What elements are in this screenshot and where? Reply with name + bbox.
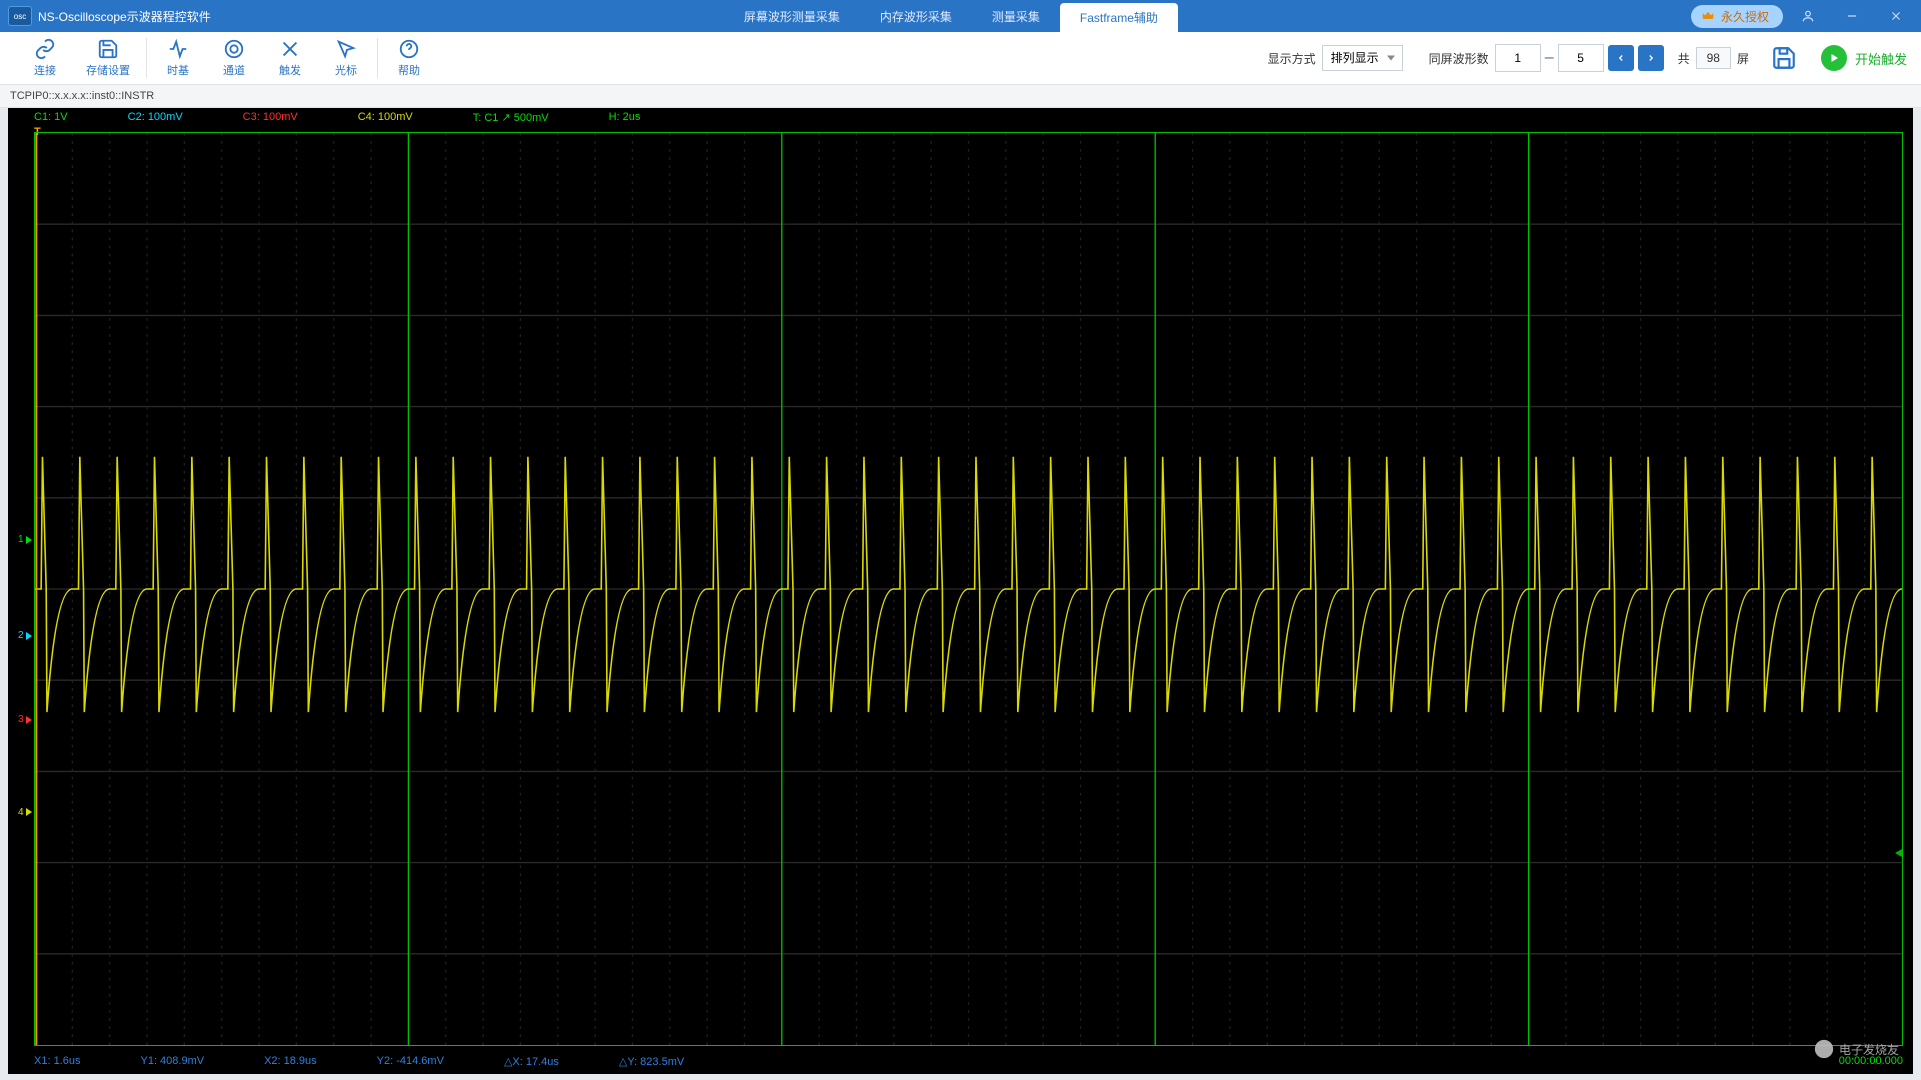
save-waveform-button[interactable]: [1767, 42, 1801, 74]
connect-button[interactable]: 连接: [30, 38, 60, 78]
help-label: 帮助: [398, 62, 420, 78]
scope-footer: X1: 1.6us Y1: 408.9mV X2: 18.9us Y2: -41…: [34, 1052, 1903, 1070]
chevron-left-icon: [1616, 53, 1626, 63]
minimize-button[interactable]: [1833, 0, 1871, 32]
prev-page-button[interactable]: [1608, 45, 1634, 71]
cursor-dy: △Y: 823.5mV: [619, 1055, 684, 1068]
crown-icon: [1701, 9, 1715, 23]
tab-measure[interactable]: 测量采集: [972, 0, 1060, 32]
ch1-marker: 1: [18, 534, 32, 545]
cursor-label: 光标: [335, 62, 357, 78]
channel-label: 通道: [223, 62, 245, 78]
save-label: 存储设置: [86, 62, 130, 78]
trigger-info: T: C1 ↗ 500mV: [473, 111, 549, 124]
trigger-level-marker[interactable]: [1895, 849, 1902, 857]
timebase-icon: [167, 38, 189, 60]
save-icon: [97, 38, 119, 60]
ch2-scale: C2: 100mV: [128, 111, 183, 123]
trigger-icon: [279, 38, 301, 60]
total-suffix: 屏: [1737, 50, 1749, 67]
scope-header: C1: 1V C2: 100mV C3: 100mV C4: 100mV T: …: [8, 108, 1913, 126]
run-label: 开始触发: [1855, 49, 1907, 68]
channel-button[interactable]: 通道: [219, 38, 249, 78]
frames-label: 同屏波形数: [1429, 50, 1489, 67]
main-tabs: 屏幕波形测量采集 内存波形采集 测量采集 Fastframe辅助: [211, 0, 1691, 32]
save-settings-button[interactable]: 存储设置: [86, 38, 130, 78]
channel-icon: [223, 38, 245, 60]
cursor-icon: [335, 38, 357, 60]
tab-screen-waveform[interactable]: 屏幕波形测量采集: [724, 0, 860, 32]
license-text: 永久授权: [1721, 8, 1769, 25]
display-mode-select[interactable]: 排列显示: [1322, 45, 1403, 71]
cursor-y1: Y1: 408.9mV: [140, 1055, 204, 1067]
scope-graph[interactable]: [34, 132, 1903, 1046]
instrument-address: TCPIP0::x.x.x.x::inst0::INSTR: [0, 85, 1921, 108]
timecode: 00:00:00.000: [1839, 1055, 1903, 1067]
close-button[interactable]: [1877, 0, 1915, 32]
tab-fastframe[interactable]: Fastframe辅助: [1060, 3, 1178, 32]
scope-area: C1: 1V C2: 100mV C3: 100mV C4: 100mV T: …: [8, 108, 1913, 1074]
frame-from-input[interactable]: [1495, 44, 1541, 72]
total-frames-value: 98: [1696, 47, 1731, 69]
help-icon: [398, 38, 420, 60]
range-separator: –: [1545, 49, 1554, 67]
ch2-marker: 2: [18, 630, 32, 641]
title-bar: osc NS-Oscilloscope示波器程控软件 屏幕波形测量采集 内存波形…: [0, 0, 1921, 32]
timebase-label: 时基: [167, 62, 189, 78]
play-icon: [1828, 52, 1840, 64]
tab-memory-waveform[interactable]: 内存波形采集: [860, 0, 972, 32]
timebase-button[interactable]: 时基: [163, 38, 193, 78]
cursor-dx: △X: 17.4us: [504, 1055, 559, 1068]
ch1-scale: C1: 1V: [34, 111, 68, 123]
license-badge[interactable]: 永久授权: [1691, 5, 1783, 28]
ch3-marker: 3: [18, 714, 32, 725]
trigger-button[interactable]: 触发: [275, 38, 305, 78]
app-icon: osc: [8, 6, 32, 26]
frame-to-input[interactable]: [1558, 44, 1604, 72]
link-icon: [34, 38, 56, 60]
app-title: NS-Oscilloscope示波器程控软件: [38, 8, 211, 25]
total-prefix: 共: [1678, 50, 1690, 67]
start-trigger-button[interactable]: 开始触发: [1821, 45, 1907, 71]
cursor-button[interactable]: 光标: [331, 38, 361, 78]
cursor-x2: X2: 18.9us: [264, 1055, 317, 1067]
channel-markers: 1 2 3 4: [18, 132, 32, 1046]
horiz-info: H: 2us: [609, 111, 641, 123]
connect-label: 连接: [34, 62, 56, 78]
toolbar: 连接 存储设置 时基 通道 触发 光标 帮助 显示方式: [0, 32, 1921, 85]
user-icon[interactable]: [1789, 0, 1827, 32]
ch4-scale: C4: 100mV: [358, 111, 413, 123]
chevron-right-icon: [1646, 53, 1656, 63]
next-page-button[interactable]: [1638, 45, 1664, 71]
disk-icon: [1771, 45, 1797, 71]
ch4-marker: 4: [18, 807, 32, 818]
display-mode-label: 显示方式: [1268, 50, 1316, 67]
trigger-label: 触发: [279, 62, 301, 78]
cursor-y2: Y2: -414.6mV: [377, 1055, 444, 1067]
ch3-scale: C3: 100mV: [243, 111, 298, 123]
cursor-x1: X1: 1.6us: [34, 1055, 80, 1067]
help-button[interactable]: 帮助: [394, 38, 424, 78]
